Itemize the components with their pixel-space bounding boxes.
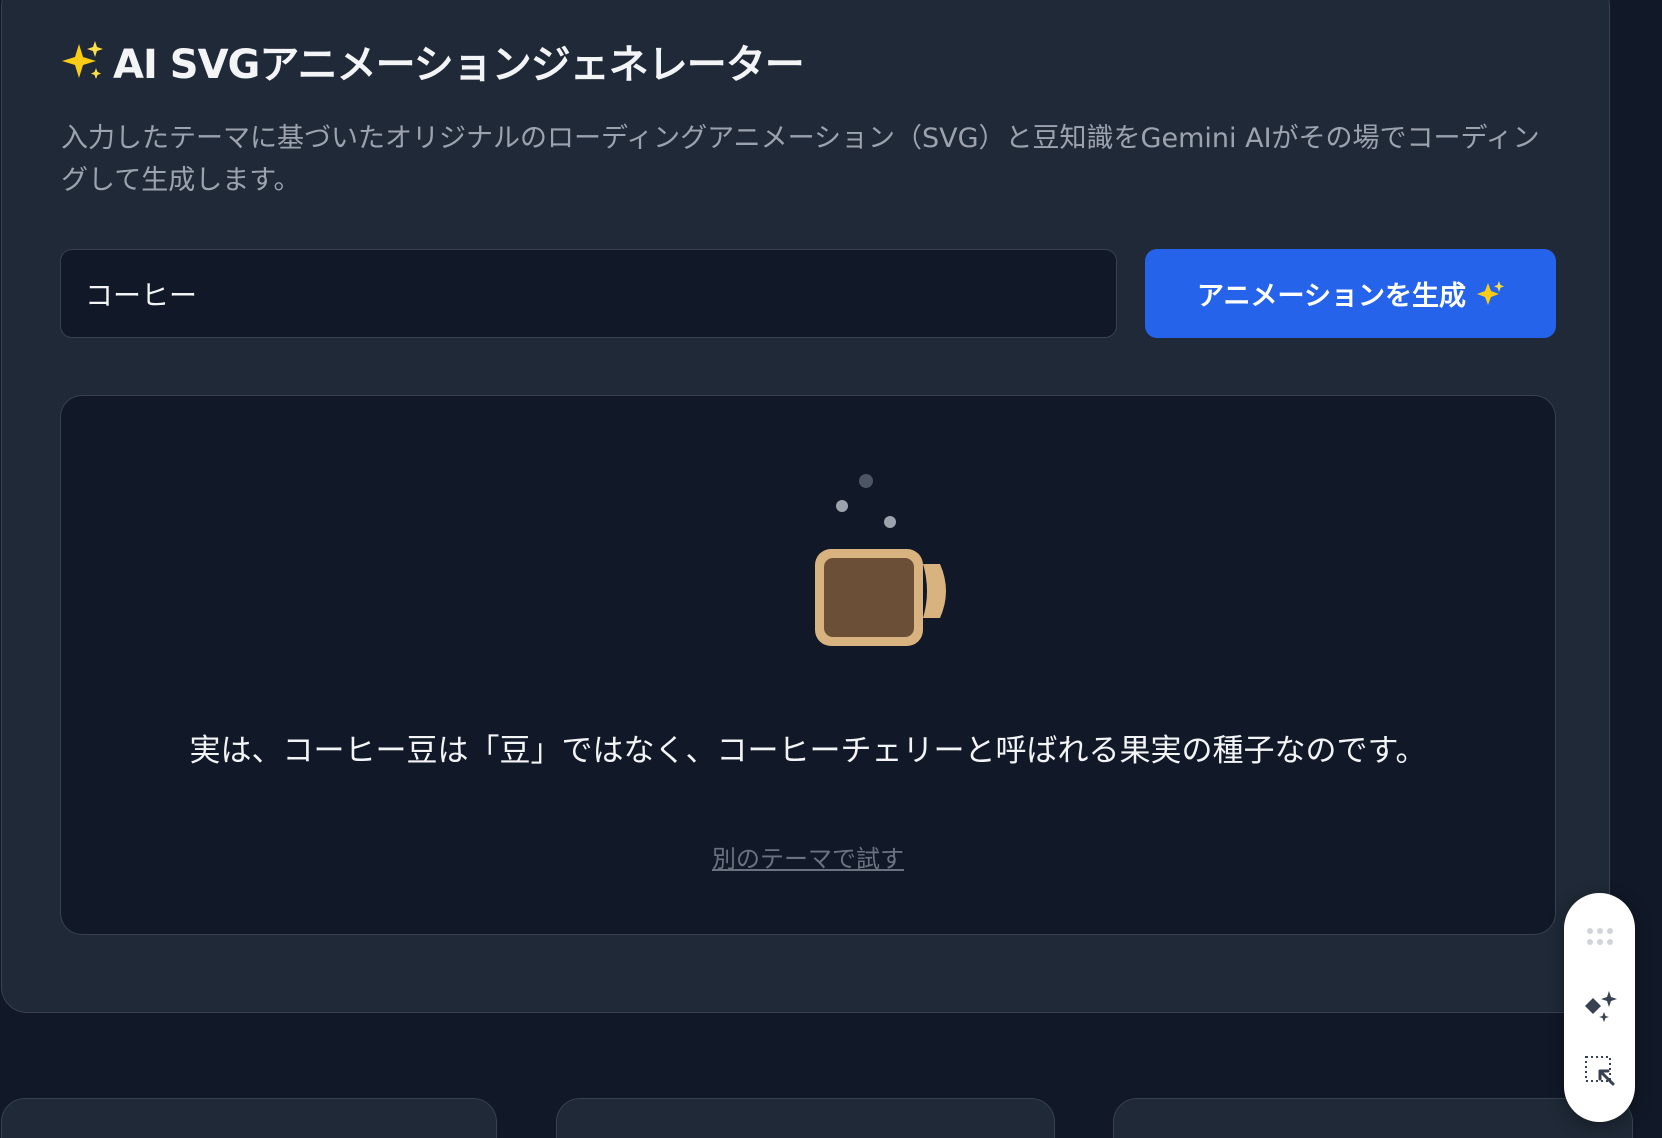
theme-input[interactable] bbox=[60, 249, 1117, 338]
result-panel: 実は、コーヒー豆は「豆」ではなく、コーヒーチェリーと呼ばれる果実の種子なのです。… bbox=[60, 395, 1556, 935]
ai-sparkle-icon bbox=[1584, 990, 1617, 1022]
drag-handle[interactable] bbox=[1574, 911, 1625, 962]
bottom-card bbox=[556, 1098, 1055, 1138]
generate-button[interactable]: アニメーションを生成 bbox=[1145, 249, 1556, 338]
generate-button-label: アニメーションを生成 bbox=[1197, 281, 1466, 312]
steam-bubble bbox=[859, 474, 873, 488]
mug-handle bbox=[923, 564, 946, 618]
select-element-icon bbox=[1584, 1055, 1614, 1085]
coffee-fill bbox=[824, 558, 914, 637]
coffee-mug-animation bbox=[815, 474, 946, 646]
title-row: AI SVGアニメーションジェネレーター bbox=[61, 33, 805, 89]
page-title: AI SVGアニメーションジェネレーター bbox=[113, 42, 805, 88]
trivia-text: 実は、コーヒー豆は「豆」ではなく、コーヒーチェリーと呼ばれる果実の種子なのです。 bbox=[189, 733, 1427, 769]
select-element-button[interactable] bbox=[1574, 1045, 1625, 1096]
bottom-card bbox=[1113, 1098, 1633, 1138]
page-description: 入力したテーマに基づいたオリジナルのローディングアニメーション（SVG）と豆知識… bbox=[61, 123, 1540, 196]
steam-bubble bbox=[884, 516, 896, 528]
page: AI SVGアニメーションジェネレーター 入力したテーマに基づいたオリジナルのロ… bbox=[0, 0, 1662, 1138]
drag-handle-icon bbox=[1586, 927, 1613, 945]
ai-sparkle-button[interactable] bbox=[1574, 978, 1625, 1029]
steam-bubble bbox=[836, 500, 848, 512]
generator-card: AI SVGアニメーションジェネレーター 入力したテーマに基づいたオリジナルのロ… bbox=[1, 0, 1610, 1013]
sparkle-icon bbox=[62, 41, 103, 79]
floating-toolbar bbox=[1564, 893, 1635, 1122]
sparkle-icon bbox=[1476, 280, 1504, 305]
retry-link[interactable]: 別のテーマで試す bbox=[61, 839, 1555, 874]
bottom-card bbox=[1, 1098, 497, 1138]
